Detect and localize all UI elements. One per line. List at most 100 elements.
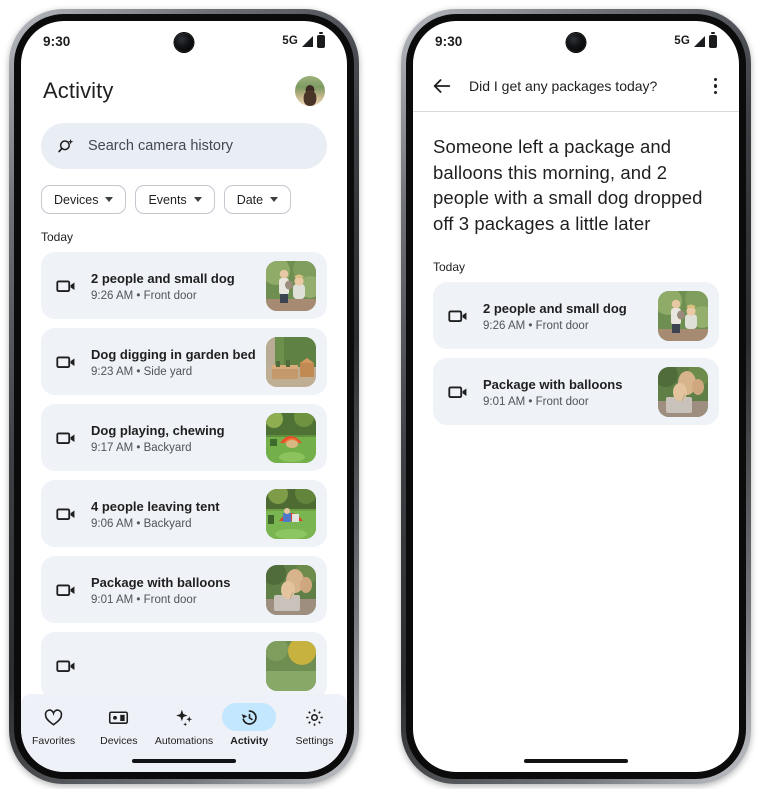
video-camera-icon: [55, 351, 77, 373]
page-title: Activity: [43, 78, 114, 103]
filter-chip-label: Events: [148, 192, 187, 207]
right-phone-bezel: 9:30 5G Did I get any packages today? So…: [406, 14, 746, 779]
list-item-title: Dog digging in garden bed: [91, 346, 256, 362]
section-header-today: Today: [433, 260, 466, 275]
battery-full-icon: [709, 32, 717, 48]
left-status-bar: 9:30 5G: [21, 21, 347, 61]
nav-label: Favorites: [32, 735, 76, 747]
list-item-thumbnail[interactable]: [266, 564, 316, 615]
nav-item-favorites[interactable]: Favorites: [21, 703, 86, 747]
filter-chip-row: Devices Events Date: [41, 185, 347, 214]
list-item[interactable]: Package with balloons 9:01 AM • Front do…: [41, 556, 327, 623]
list-item-title: 2 people and small dog: [91, 270, 235, 286]
list-item-meta: 9:06 AM • Backyard: [91, 517, 192, 530]
list-item-title: Package with balloons: [483, 376, 623, 392]
overflow-menu-icon[interactable]: [710, 74, 722, 99]
gear-icon: [287, 703, 341, 731]
list-item[interactable]: Dog playing, chewing 9:17 AM • Backyard: [41, 404, 327, 471]
list-item-meta: 9:26 AM • Front door: [91, 289, 197, 302]
network-label: 5G: [674, 35, 690, 47]
query-title: Did I get any packages today?: [469, 78, 658, 94]
video-camera-icon: [447, 381, 469, 403]
signal-triangle-icon: [302, 35, 313, 47]
battery-full-icon: [317, 32, 325, 48]
filter-chip-label: Date: [236, 192, 264, 207]
filter-chip-events[interactable]: Events: [135, 185, 215, 214]
nav-label: Activity: [230, 735, 269, 747]
list-item-meta: 9:23 AM • Side yard: [91, 365, 193, 378]
right-phone-frame: 9:30 5G Did I get any packages today? So…: [401, 9, 751, 784]
list-item-thumbnail[interactable]: [266, 260, 316, 311]
list-item-text: 2 people and small dog 9:26 AM • Front d…: [91, 270, 266, 302]
section-header-today: Today: [41, 230, 74, 244]
heart-icon: [27, 703, 81, 731]
sparkle-icon: [157, 703, 211, 731]
list-item-meta: 9:26 AM • Front door: [483, 319, 589, 332]
list-item-thumbnail[interactable]: [266, 412, 316, 463]
list-item-title: 4 people leaving tent: [91, 498, 220, 514]
list-item-title: 2 people and small dog: [483, 300, 627, 316]
left-phone-bezel: 9:30 5G Activity Search camera history D…: [14, 14, 354, 779]
list-item-text: Package with balloons 9:01 AM • Front do…: [483, 376, 658, 408]
list-item-text: Dog playing, chewing 9:17 AM • Backyard: [91, 422, 266, 454]
devices-icon: [92, 703, 146, 731]
list-item-text: Dog digging in garden bed 9:23 AM • Side…: [91, 346, 266, 378]
signal-triangle-icon: [694, 35, 705, 47]
list-item-thumbnail[interactable]: [266, 640, 316, 691]
network-label: 5G: [282, 35, 298, 47]
activity-list: 2 people and small dog 9:26 AM • Front d…: [21, 252, 347, 699]
list-item-meta: 9:17 AM • Backyard: [91, 441, 192, 454]
list-item[interactable]: [41, 632, 327, 699]
front-camera-punch-hole: [566, 33, 586, 52]
front-camera-punch-hole: [174, 33, 194, 52]
nav-item-activity[interactable]: Activity: [217, 703, 282, 747]
list-item[interactable]: 2 people and small dog 9:26 AM • Front d…: [433, 282, 719, 350]
list-item[interactable]: Dog digging in garden bed 9:23 AM • Side…: [41, 328, 327, 395]
list-item-thumbnail[interactable]: [266, 488, 316, 539]
list-item-thumbnail[interactable]: [658, 290, 708, 341]
detail-header: Did I get any packages today?: [413, 61, 739, 111]
screenshot-root: 9:30 5G Activity Search camera history D…: [0, 0, 760, 789]
nav-item-automations[interactable]: Automations: [151, 703, 216, 747]
left-phone-screen: 9:30 5G Activity Search camera history D…: [21, 21, 347, 772]
video-camera-icon: [55, 655, 77, 677]
user-avatar[interactable]: [295, 76, 325, 106]
list-item-text: 2 people and small dog 9:26 AM • Front d…: [483, 300, 658, 332]
status-indicators: 5G: [674, 32, 717, 48]
left-phone-frame: 9:30 5G Activity Search camera history D…: [9, 9, 359, 784]
list-item[interactable]: 2 people and small dog 9:26 AM • Front d…: [41, 252, 327, 319]
activity-list: 2 people and small dog 9:26 AM • Front d…: [413, 282, 739, 426]
video-camera-icon: [447, 305, 469, 327]
ai-answer-text: Someone left a package and balloons this…: [433, 136, 703, 234]
nav-label: Devices: [100, 735, 138, 747]
home-indicator[interactable]: [524, 759, 628, 763]
filter-chip-date[interactable]: Date: [223, 185, 292, 214]
list-item-thumbnail[interactable]: [266, 336, 316, 387]
back-arrow-icon[interactable]: [431, 75, 453, 97]
nav-item-settings[interactable]: Settings: [282, 703, 347, 747]
right-phone-screen: 9:30 5G Did I get any packages today? So…: [413, 21, 739, 772]
list-item-title: Package with balloons: [91, 574, 231, 590]
search-placeholder: Search camera history: [88, 138, 234, 154]
status-indicators: 5G: [282, 32, 325, 48]
filter-chip-label: Devices: [54, 192, 99, 207]
right-status-bar: 9:30 5G: [413, 21, 739, 61]
search-input[interactable]: Search camera history: [41, 123, 327, 169]
nav-item-devices[interactable]: Devices: [86, 703, 151, 747]
list-item-meta: 9:01 AM • Front door: [91, 593, 197, 606]
video-camera-icon: [55, 503, 77, 525]
list-item-text: 4 people leaving tent 9:06 AM • Backyard: [91, 498, 266, 530]
list-item-meta: 9:01 AM • Front door: [483, 395, 589, 408]
home-indicator[interactable]: [132, 759, 236, 763]
video-camera-icon: [55, 275, 77, 297]
filter-chip-devices[interactable]: Devices: [41, 185, 127, 214]
chevron-down-icon: [193, 197, 202, 202]
chevron-down-icon: [105, 197, 114, 202]
list-item[interactable]: 4 people leaving tent 9:06 AM • Backyard: [41, 480, 327, 547]
list-item[interactable]: Package with balloons 9:01 AM • Front do…: [433, 358, 719, 426]
search-sparkle-icon: [57, 137, 76, 156]
chevron-down-icon: [270, 197, 279, 202]
video-camera-icon: [55, 427, 77, 449]
video-camera-icon: [55, 579, 77, 601]
list-item-thumbnail[interactable]: [658, 366, 708, 417]
